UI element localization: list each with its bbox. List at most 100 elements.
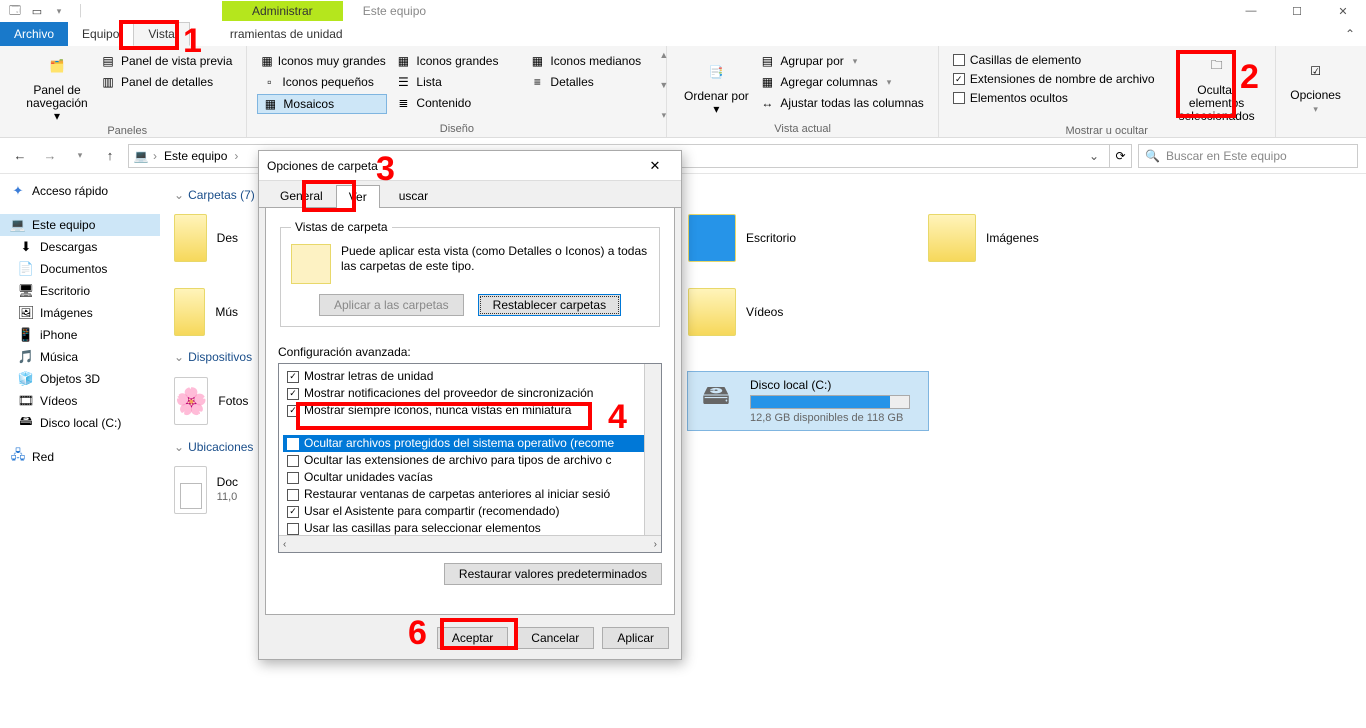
search-input[interactable]: 🔍 Buscar en Este equipo [1138, 144, 1358, 168]
layout-expand[interactable]: ▾ [662, 110, 667, 121]
checkbox-icon[interactable] [287, 405, 299, 417]
close-button[interactable]: ✕ [1320, 0, 1366, 22]
restore-defaults-button[interactable]: Restaurar valores predeterminados [444, 563, 662, 585]
adv-setting-row[interactable]: Mostrar siempre iconos, nunca vistas en … [283, 402, 661, 419]
nav-item[interactable]: 📄Documentos [0, 258, 160, 280]
dialog-close-icon[interactable]: ✕ [637, 154, 673, 178]
location-tile[interactable]: Doc11,0 [174, 462, 238, 518]
layout-details[interactable]: ≡Detalles [525, 73, 655, 91]
nav-quick-access[interactable]: ✦Acceso rápido [0, 180, 160, 202]
qat-dropdown-icon[interactable]: ▾ [48, 1, 70, 21]
horizontal-scrollbar[interactable]: ‹› [279, 535, 661, 552]
details-pane-button[interactable]: ▥Panel de detalles [96, 73, 236, 91]
preview-pane-button[interactable]: ▤Panel de vista previa [96, 52, 236, 70]
group-by-button[interactable]: ▤Agrupar por ▾ [755, 52, 927, 70]
nav-network[interactable]: 🖧Red [0, 446, 160, 468]
collapse-ribbon-icon[interactable]: ⌃ [1344, 22, 1366, 46]
nav-item[interactable]: 🖼Imágenes [0, 302, 160, 324]
ribbon: 🗂️ Panel de navegación ▾ ▤Panel de vista… [0, 46, 1366, 138]
checkbox-icon[interactable] [287, 523, 299, 535]
sort-button[interactable]: 📑 Ordenar por ▾ [677, 50, 755, 121]
chevron-right-icon[interactable]: › [153, 149, 157, 163]
search-icon: 🔍 [1145, 149, 1160, 163]
cancel-button[interactable]: Cancelar [516, 627, 594, 649]
disk-tile[interactable]: 🖴 Disco local (C:) 12,8 GB disponibles d… [688, 372, 928, 430]
folder-options-dialog: Opciones de carpeta ✕ General Ver uscar … [258, 150, 682, 660]
file-ext-toggle[interactable]: Extensiones de nombre de archivo [949, 71, 1159, 87]
tab-file[interactable]: Archivo [0, 22, 68, 46]
tab-herramientas[interactable]: rramientas de unidad [216, 22, 357, 46]
add-columns-button[interactable]: ▦Agregar columnas ▾ [755, 73, 927, 91]
dialog-tab-buscar[interactable]: uscar [386, 184, 441, 207]
checkbox-icon[interactable] [287, 371, 299, 383]
tab-equipo[interactable]: Equipo [68, 22, 133, 46]
refresh-button[interactable]: ⟳ [1109, 145, 1131, 167]
folder-views-group: Vistas de carpeta Puede aplicar esta vis… [280, 220, 660, 327]
qat-props-icon[interactable]: ▭ [26, 1, 48, 21]
tab-vista[interactable]: Vista [133, 22, 189, 46]
nav-item[interactable]: 📱iPhone [0, 324, 160, 346]
folder-tile[interactable]: Mús [174, 284, 238, 340]
nav-item[interactable]: 🖴Disco local (C:) [0, 412, 160, 434]
up-button[interactable]: ↑ [98, 144, 122, 168]
layout-extra-large[interactable]: ▦Iconos muy grandes [257, 52, 387, 70]
nav-item[interactable]: 🧊Objetos 3D [0, 368, 160, 390]
contextual-tab-manage[interactable]: Administrar [222, 1, 343, 21]
adv-setting-row[interactable]: Ocultar las extensiones de archivo para … [283, 452, 661, 469]
reset-folders-button[interactable]: Restablecer carpetas [478, 294, 621, 316]
ok-button[interactable]: Aceptar [437, 627, 508, 649]
sort-icon: 📑 [700, 56, 732, 88]
adv-setting-row[interactable]: Restaurar ventanas de carpetas anteriore… [283, 486, 661, 503]
folder-tile[interactable]: Imágenes [928, 210, 1158, 266]
dialog-tab-ver[interactable]: Ver [336, 185, 380, 208]
adv-setting-row[interactable]: Ocultar archivos protegidos del sistema … [283, 435, 661, 452]
folder-tile[interactable]: Des [174, 210, 238, 266]
hide-selected-button[interactable]: 🗀 Ocultar elementos seleccionados [1169, 50, 1265, 123]
nav-item[interactable]: 🎞Vídeos [0, 390, 160, 412]
maximize-button[interactable]: ☐ [1274, 0, 1320, 22]
checkbox-icon[interactable] [287, 506, 299, 518]
folder-tile[interactable]: Vídeos [688, 284, 918, 340]
chevron-right-icon[interactable]: › [234, 149, 238, 163]
folder-tile[interactable]: Escritorio [688, 210, 918, 266]
address-dropdown[interactable]: ⌄ [1083, 145, 1105, 167]
dialog-titlebar[interactable]: Opciones de carpeta ✕ [259, 151, 681, 181]
checkbox-icon[interactable] [287, 438, 299, 450]
vertical-scrollbar[interactable] [644, 364, 661, 535]
nav-item[interactable]: ⬇Descargas [0, 236, 160, 258]
folder-views-legend: Vistas de carpeta [291, 220, 392, 234]
advanced-settings-list[interactable]: Mostrar letras de unidadMostrar notifica… [278, 363, 662, 553]
nav-this-pc[interactable]: 💻Este equipo [0, 214, 160, 236]
breadcrumb[interactable]: Este equipo [161, 149, 230, 163]
checkbox-icon[interactable] [287, 472, 299, 484]
layout-tiles[interactable]: ▦Mosaicos [257, 94, 387, 114]
minimize-button[interactable]: — [1228, 0, 1274, 22]
checkbox-icon[interactable] [287, 489, 299, 501]
adv-setting-row[interactable]: Mostrar letras de unidad [283, 368, 661, 385]
forward-button[interactable]: → [38, 144, 62, 168]
layout-large[interactable]: ▦Iconos grandes [391, 52, 521, 70]
layout-list[interactable]: ☰Lista [391, 73, 521, 91]
details-pane-icon: ▥ [100, 74, 116, 90]
checkbox-icon[interactable] [287, 455, 299, 467]
nav-item[interactable]: 🖥Escritorio [0, 280, 160, 302]
hidden-items-toggle[interactable]: Elementos ocultos [949, 90, 1159, 106]
adv-setting-row[interactable]: Mostrar notificaciones del proveedor de … [283, 385, 661, 402]
layout-medium[interactable]: ▦Iconos medianos [525, 52, 655, 70]
apply-to-folders-button[interactable]: Aplicar a las carpetas [319, 294, 464, 316]
layout-content[interactable]: ≣Contenido [391, 94, 521, 112]
device-tile[interactable]: 🌸Fotos [174, 372, 238, 430]
item-checkboxes-toggle[interactable]: Casillas de elemento [949, 52, 1159, 68]
layout-small[interactable]: ▫Iconos pequeños [257, 73, 387, 91]
adv-setting-row[interactable]: Ocultar unidades vacías [283, 469, 661, 486]
nav-pane-button[interactable]: 🗂️ Panel de navegación ▾ [18, 50, 96, 123]
dialog-tab-general[interactable]: General [267, 184, 336, 207]
nav-item[interactable]: 🎵Música [0, 346, 160, 368]
back-button[interactable]: ← [8, 144, 32, 168]
adv-setting-row[interactable]: Usar el Asistente para compartir (recome… [283, 503, 661, 520]
history-dropdown[interactable]: ▾ [68, 144, 92, 168]
checkbox-icon[interactable] [287, 388, 299, 400]
options-button[interactable]: ☑ Opciones▾ [1286, 50, 1346, 121]
apply-button[interactable]: Aplicar [602, 627, 669, 649]
size-columns-button[interactable]: ↔Ajustar todas las columnas [755, 94, 927, 112]
